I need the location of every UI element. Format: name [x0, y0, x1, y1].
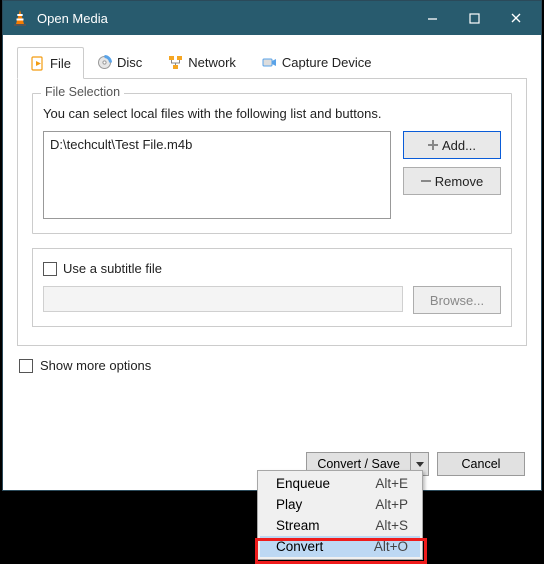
file-selection-hint: You can select local files with the foll… — [43, 106, 501, 121]
subtitle-checkbox[interactable] — [43, 262, 57, 276]
tab-disc-label: Disc — [117, 55, 142, 70]
browse-button: Browse... — [413, 286, 501, 314]
cancel-button-label: Cancel — [462, 457, 501, 471]
minimize-button[interactable] — [411, 1, 453, 35]
dropdown-label: Enqueue — [276, 476, 330, 491]
dropdown-shortcut: Alt+P — [375, 497, 408, 512]
dropdown-shortcut: Alt+O — [374, 539, 408, 554]
show-more-options-label: Show more options — [40, 358, 151, 373]
dropdown-label: Convert — [276, 539, 323, 554]
disc-icon — [97, 55, 112, 70]
file-selection-legend: File Selection — [41, 85, 124, 99]
subtitle-path-input — [43, 286, 403, 312]
minus-icon — [421, 180, 431, 182]
remove-button[interactable]: Remove — [403, 167, 501, 195]
dropdown-item-stream[interactable]: Stream Alt+S — [260, 515, 420, 536]
subtitle-group: Use a subtitle file Browse... — [32, 248, 512, 327]
dropdown-item-enqueue[interactable]: Enqueue Alt+E — [260, 473, 420, 494]
content-area: File Disc Network Capture Device File Se… — [3, 35, 541, 381]
add-button[interactable]: Add... — [403, 131, 501, 159]
maximize-button[interactable] — [453, 1, 495, 35]
subtitle-checkbox-row[interactable]: Use a subtitle file — [43, 261, 501, 276]
dropdown-label: Play — [276, 497, 302, 512]
subtitle-checkbox-label: Use a subtitle file — [63, 261, 162, 276]
cancel-button[interactable]: Cancel — [437, 452, 525, 476]
dropdown-shortcut: Alt+S — [375, 518, 408, 533]
dropdown-item-play[interactable]: Play Alt+P — [260, 494, 420, 515]
vlc-icon — [11, 9, 29, 27]
tab-capture[interactable]: Capture Device — [249, 47, 385, 78]
tab-disc[interactable]: Disc — [84, 47, 155, 78]
file-icon — [30, 56, 45, 71]
show-more-options-checkbox[interactable] — [19, 359, 33, 373]
remove-button-label: Remove — [435, 174, 483, 189]
tab-panel-file: File Selection You can select local file… — [17, 79, 527, 346]
network-icon — [168, 55, 183, 70]
tab-file-label: File — [50, 56, 71, 71]
file-list[interactable]: D:\techcult\Test File.m4b — [43, 131, 391, 219]
dropdown-item-convert[interactable]: Convert Alt+O — [260, 536, 420, 557]
window-title: Open Media — [37, 11, 411, 26]
close-button[interactable] — [495, 1, 537, 35]
tab-file[interactable]: File — [17, 47, 84, 79]
plus-icon — [428, 140, 438, 150]
tab-bar: File Disc Network Capture Device — [17, 47, 527, 79]
tab-capture-label: Capture Device — [282, 55, 372, 70]
tab-network-label: Network — [188, 55, 236, 70]
show-more-options-row[interactable]: Show more options — [19, 358, 527, 373]
tab-network[interactable]: Network — [155, 47, 249, 78]
convert-save-label: Convert / Save — [317, 457, 400, 471]
convert-save-dropdown-menu: Enqueue Alt+E Play Alt+P Stream Alt+S Co… — [257, 470, 423, 560]
add-button-label: Add... — [442, 138, 476, 153]
browse-button-label: Browse... — [430, 293, 484, 308]
dropdown-shortcut: Alt+E — [375, 476, 408, 491]
file-selection-group: File Selection You can select local file… — [32, 93, 512, 234]
chevron-down-icon — [416, 462, 424, 467]
dropdown-label: Stream — [276, 518, 320, 533]
capture-icon — [262, 55, 277, 70]
titlebar: Open Media — [3, 1, 541, 35]
open-media-window: Open Media File Disc Network Capture Dev… — [2, 0, 542, 491]
list-item[interactable]: D:\techcult\Test File.m4b — [50, 136, 384, 153]
